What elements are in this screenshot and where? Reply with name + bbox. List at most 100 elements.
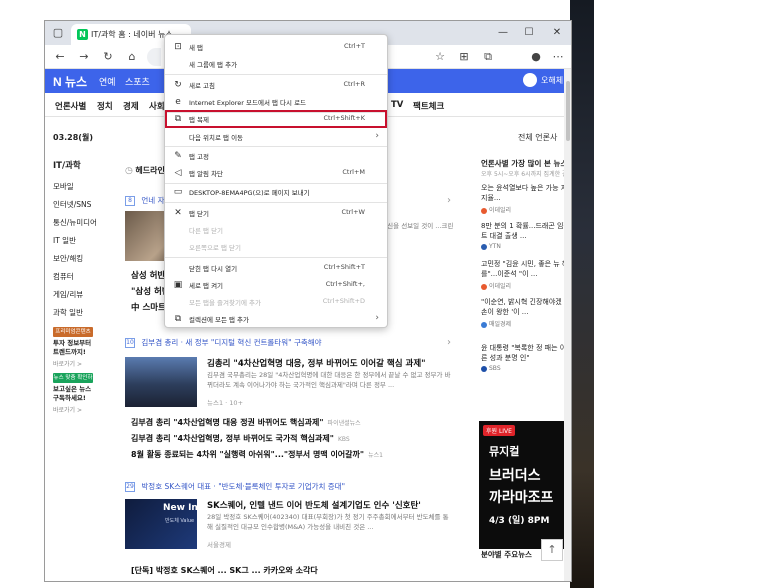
favorites-icon[interactable]: ☆ bbox=[433, 50, 447, 64]
chevron-right-icon[interactable]: › bbox=[447, 337, 451, 348]
sidebar-title[interactable]: IT/과학 bbox=[53, 159, 81, 171]
live-badge: 후원 LIVE bbox=[483, 425, 515, 436]
user-avatar[interactable] bbox=[523, 73, 537, 87]
menu-item-pin-tab[interactable]: ✎ 탭 고정 bbox=[165, 147, 387, 165]
menu-item-close-tabs-right[interactable]: 오른쪽으로 탭 닫기 bbox=[165, 238, 387, 256]
pin-icon: ✎ bbox=[174, 151, 182, 161]
maximize-button[interactable]: ☐ bbox=[519, 25, 539, 41]
new-tab-icon: ⊡ bbox=[174, 42, 182, 52]
section-title: 김부겸 총리 · 새 정부 "디지털 혁신 컨트롤타워" 구축해야 bbox=[141, 338, 322, 347]
ad-line: 브러더스 bbox=[489, 468, 541, 484]
promo-title-subscribe[interactable]: 보고싶은 뉴스 구독하세요! bbox=[53, 385, 99, 403]
article-title[interactable]: 삼성 허반 bbox=[131, 269, 165, 281]
ranking-item[interactable]: 고민정 "김윤 시민, 좋은 뉴 해를"...이준석 "이 ... bbox=[481, 259, 571, 279]
related-article[interactable]: 김부겸 총리 "4차산업혁명 대응 정권 바뀌어도 핵심과제" 파이낸셜뉴스 bbox=[131, 417, 361, 428]
thumbnail-caption: New In bbox=[163, 503, 198, 513]
close-window-button[interactable]: ✕ bbox=[547, 25, 567, 41]
ie-icon: e bbox=[175, 97, 181, 107]
thumbnail-caption: 반도체 Value bbox=[165, 518, 195, 524]
all-press-link[interactable]: 전체 언론사 bbox=[518, 132, 557, 143]
category-society[interactable]: 사회 bbox=[149, 100, 165, 112]
menu-item-reopen-closed-tab[interactable]: 닫힌 탭 다시 열기 Ctrl+Shift+T bbox=[165, 259, 387, 277]
nav-link-entertainment[interactable]: 연예 bbox=[99, 75, 116, 88]
promo-title-premium[interactable]: 투자 정보부터 트렌드까지! bbox=[53, 339, 99, 357]
menu-separator bbox=[165, 202, 387, 203]
page-scrollbar[interactable] bbox=[564, 69, 571, 581]
menu-item-vertical-tabs[interactable]: ▣ 세로 탭 켜기 Ctrl+Shift+, bbox=[165, 276, 387, 294]
forward-arrow-icon[interactable]: → bbox=[77, 50, 91, 64]
related-article[interactable]: [단독] 박정호 SK스퀘어 ... SK그 ... 카카오와 소각다 bbox=[131, 565, 318, 576]
sidebar-item-security[interactable]: 보안/해킹 bbox=[53, 253, 83, 264]
vertical-tabs-icon: ▣ bbox=[173, 280, 183, 290]
menu-item-send-to-device[interactable]: ▭ DESKTOP-8EMA4PG(으)로 페이지 보내기 bbox=[165, 183, 387, 201]
article-title[interactable]: 김총리 "4차산업혁명 대응, 정부 바뀌어도 이어갈 핵심 과제" bbox=[207, 357, 426, 369]
more-menu-icon[interactable]: ⋯ bbox=[551, 50, 565, 64]
ad-banner[interactable]: 후원 LIVE 뮤지컬 브러더스 까라마조프 4/3 (일) 8PM bbox=[479, 421, 571, 549]
collections-icon[interactable]: ⊞ bbox=[457, 50, 471, 64]
clock-icon: ◷ bbox=[125, 166, 133, 176]
scroll-to-top-button[interactable]: ↑ bbox=[541, 539, 563, 561]
ranking-item[interactable]: "이순연, 밝시혁 긴장해야겠 큰 손이 왕한 '이 ... bbox=[481, 297, 571, 317]
menu-item-add-all-to-favorites[interactable]: 모든 탭을 즐겨찾기에 추가 Ctrl+Shift+D bbox=[165, 293, 387, 311]
related-article[interactable]: 8월 활동 종료되는 4차위 "실행력 아쉬워"..."정부서 명맥 이어갈까"… bbox=[131, 449, 383, 460]
menu-separator bbox=[165, 74, 387, 75]
ranking-item[interactable]: 오는 윤석열보다 높은 가능 지지율... bbox=[481, 183, 571, 203]
category-factcheck[interactable]: 팩트체크 bbox=[413, 100, 444, 112]
promo-more-premium[interactable]: 바로가기 > bbox=[53, 359, 82, 368]
headline-label: 헤드라인 bbox=[135, 166, 165, 175]
promo-more-subscribe[interactable]: 바로가기 > bbox=[53, 405, 82, 414]
scrollbar-thumb[interactable] bbox=[566, 81, 570, 141]
menu-separator bbox=[165, 257, 387, 258]
article-section-head[interactable]: 29 박정호 SK스퀘어 대표 · "반도체·블록체인 투자로 기업가치 증대" bbox=[125, 481, 345, 497]
article-body: 28일 박정호 SK스퀘어(402340) 대표(부회장)가 첫 정기 주주총회… bbox=[207, 513, 449, 531]
menu-item-refresh[interactable]: ↻ 새로 고침 Ctrl+R bbox=[165, 76, 387, 94]
address-bar[interactable] bbox=[147, 48, 161, 66]
menu-item-add-all-to-collection[interactable]: ⧉ 컬렉션에 모든 탭 추가 › bbox=[165, 310, 387, 328]
ranking-item[interactable]: 윤 대통령 "복록한 정 패는 이른 성과 분명 인" bbox=[481, 343, 571, 363]
related-article[interactable]: 김부겸 총리 "4차산업혁명, 정부 바뀌어도 국가적 핵심과제" KBS bbox=[131, 433, 350, 444]
promo-badge-premium: 프리미엄콘텐츠 bbox=[53, 327, 93, 337]
refresh-icon[interactable]: ↻ bbox=[101, 50, 115, 64]
sidebar-item-telecom[interactable]: 통신/뉴미디어 bbox=[53, 217, 97, 228]
category-politics[interactable]: 정치 bbox=[97, 100, 113, 112]
profile-icon[interactable]: ● bbox=[529, 50, 543, 64]
sidebar-item-science[interactable]: 과학 일반 bbox=[53, 307, 83, 318]
section-news-title[interactable]: 분야별 주요뉴스 bbox=[481, 549, 532, 560]
user-name[interactable]: 오해체 bbox=[541, 75, 563, 86]
article-thumbnail[interactable]: New In 반도체 Value bbox=[125, 499, 198, 549]
sidebar-item-computer[interactable]: 컴퓨터 bbox=[53, 271, 74, 282]
menu-item-close-other-tabs[interactable]: 다른 탭 닫기 bbox=[165, 221, 387, 239]
minimize-button[interactable]: — bbox=[493, 25, 513, 41]
device-icon: ▭ bbox=[173, 187, 183, 197]
sidebar-item-mobile[interactable]: 모바일 bbox=[53, 181, 74, 192]
ranking-source: 이데일리 bbox=[481, 281, 511, 290]
sidebar-item-it[interactable]: IT 일반 bbox=[53, 235, 76, 246]
extensions-icon[interactable]: ⧉ bbox=[481, 50, 495, 64]
category-tv[interactable]: TV bbox=[391, 100, 403, 110]
menu-item-add-to-new-group[interactable]: 새 그룹에 탭 추가 bbox=[165, 55, 387, 73]
home-icon[interactable]: ⌂ bbox=[125, 50, 139, 64]
menu-item-close-tab[interactable]: ✕ 탭 닫기 Ctrl+W bbox=[165, 204, 387, 222]
ranking-item[interactable]: 8만 분의 1 확률...드래곤 임팩트 대결 출생 ... bbox=[481, 221, 571, 241]
ranking-source: 매일경제 bbox=[481, 319, 511, 328]
sidebar-item-game[interactable]: 게임/리뷰 bbox=[53, 289, 83, 300]
back-arrow-icon[interactable]: ← bbox=[53, 50, 67, 64]
ranking-title[interactable]: 언론사별 가장 많이 본 뉴스 bbox=[481, 158, 567, 169]
menu-item-mute-tab[interactable]: ◁ 탭 알림 차단 Ctrl+M bbox=[165, 164, 387, 182]
article-line[interactable]: 中 스마트 bbox=[131, 301, 166, 313]
nav-link-sports[interactable]: 스포츠 bbox=[125, 75, 150, 88]
category-press[interactable]: 언론사별 bbox=[55, 100, 86, 112]
chevron-right-icon[interactable]: › bbox=[447, 195, 451, 206]
tab-actions-icon[interactable]: ▢ bbox=[51, 26, 65, 40]
menu-item-move-tab[interactable]: 다음 위치로 탭 이동 › bbox=[165, 128, 387, 146]
naver-news-logo[interactable]: N 뉴스 bbox=[53, 73, 87, 90]
article-section-head[interactable]: 8 언네 자 bbox=[125, 195, 164, 211]
article-section-head[interactable]: 10 김부겸 총리 · 새 정부 "디지털 혁신 컨트롤타워" 구축해야 bbox=[125, 337, 322, 353]
article-thumbnail[interactable] bbox=[125, 357, 197, 407]
sidebar-item-internet[interactable]: 인터넷/SNS bbox=[53, 199, 91, 210]
category-economy[interactable]: 경제 bbox=[123, 100, 139, 112]
section-number: 10 bbox=[125, 337, 135, 348]
article-title[interactable]: SK스퀘어, 인텔 낸드 이어 반도체 설계기업도 인수 '신호탄' bbox=[207, 499, 421, 511]
menu-item-ie-mode-reload[interactable]: e Internet Explorer 모드에서 탭 다시 로드 bbox=[165, 93, 387, 111]
menu-item-new-tab[interactable]: ⊡ 새 탭 Ctrl+T bbox=[165, 38, 387, 56]
